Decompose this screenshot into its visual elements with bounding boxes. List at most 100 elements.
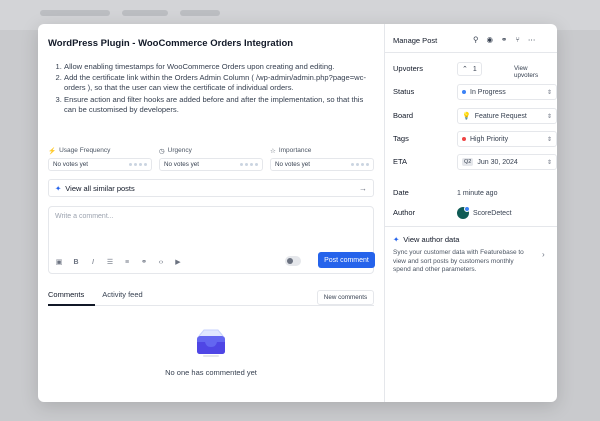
status-value: In Progress — [470, 88, 506, 96]
board-row: Board 💡 Feature Request ⇕ — [393, 108, 557, 124]
star-icon: ☆ — [270, 147, 276, 155]
quarter-badge: Q2 — [462, 158, 474, 166]
internal-toggle[interactable] — [285, 256, 301, 266]
tags-row: Tags High Priority ⇕ — [393, 131, 557, 147]
chevron-updown-icon: ⇕ — [546, 89, 552, 96]
clock-icon: ◷ — [159, 147, 165, 155]
numbered-list-icon[interactable]: ≡ — [123, 259, 131, 266]
chevron-up-icon[interactable]: ⌃ — [462, 65, 468, 73]
manage-post-header: Manage Post — [393, 36, 438, 45]
formatting-toolbar: ▣ B I ☰ ≡ ⚭ ‹› ▶ — [55, 258, 182, 267]
metric-usage-frequency[interactable]: ⚡ Usage Frequency No votes yet — [48, 146, 152, 171]
sparkle-icon: ✦ — [393, 235, 400, 244]
more-icon[interactable]: ⋯ — [528, 35, 536, 44]
metric-value: No votes yet — [275, 161, 310, 168]
similar-label: View all similar posts — [65, 183, 135, 193]
empty-inbox-icon — [197, 329, 225, 357]
metric-value: No votes yet — [53, 161, 88, 168]
upvoters-label: Upvoters — [393, 64, 424, 73]
status-dot — [462, 90, 466, 94]
lightbulb-icon: 💡 — [462, 113, 471, 120]
post-main-panel: WordPress Plugin - WooCommerce Orders In… — [38, 24, 384, 402]
vote-dots[interactable] — [239, 162, 258, 167]
tab-activity-feed[interactable]: Activity feed — [102, 290, 142, 299]
comment-composer[interactable]: Write a comment... ▣ B I ☰ ≡ ⚭ ‹› ▶ Post… — [48, 206, 375, 274]
pulse-icon: ⚡ — [48, 147, 57, 155]
background-tab — [180, 10, 220, 16]
divider — [385, 226, 557, 227]
chevron-right-icon[interactable]: › — [542, 250, 545, 259]
eta-value: Jun 30, 2024 — [477, 158, 518, 166]
post-description: Allow enabling timestamps for WooCommerc… — [55, 62, 377, 116]
board-select[interactable]: 💡 Feature Request ⇕ — [457, 108, 557, 124]
eta-row: ETA Q2 Jun 30, 2024 ⇕ — [393, 154, 557, 170]
tags-select[interactable]: High Priority ⇕ — [457, 131, 557, 147]
view-similar-posts-button[interactable]: ✦ View all similar posts → — [48, 179, 374, 197]
background-tab — [40, 10, 110, 16]
metric-value: No votes yet — [164, 161, 199, 168]
board-value: Feature Request — [474, 112, 527, 120]
view-upvoters-link[interactable]: View upvoters — [514, 65, 553, 79]
sparkle-icon: ✦ — [55, 183, 62, 193]
status-label: Status — [393, 87, 415, 96]
description-item: Allow enabling timestamps for WooCommerc… — [64, 62, 377, 72]
image-icon[interactable]: ▣ — [55, 258, 63, 266]
background-tab — [122, 10, 168, 16]
empty-comments-text: No one has commented yet — [165, 368, 257, 377]
view-author-data-button[interactable]: ✦ View author data — [393, 235, 459, 244]
manage-post-sidebar: Manage Post ⚲ ◉ ⚭ ⑂ ⋯ Upvoters ⌃ 1 View u… — [384, 24, 557, 402]
description-item: Ensure action and filter hooks are added… — [64, 95, 377, 115]
bold-icon[interactable]: B — [72, 259, 80, 266]
active-tab-indicator — [48, 304, 95, 306]
eye-icon[interactable]: ◉ — [487, 35, 494, 44]
author-name: ScoreDetect — [473, 209, 512, 217]
tab-comments[interactable]: Comments — [48, 290, 84, 299]
author-data-title: View author data — [403, 235, 460, 244]
chevron-updown-icon: ⇕ — [546, 159, 552, 166]
avatar — [457, 206, 470, 219]
tags-label: Tags — [393, 134, 409, 143]
tag-dot — [462, 137, 466, 141]
upvote-count: 1 — [472, 65, 477, 73]
date-value: 1 minute ago — [457, 189, 498, 197]
link-icon[interactable]: ⚭ — [140, 258, 148, 266]
divider — [385, 52, 557, 53]
status-row: Status In Progress ⇕ — [393, 84, 557, 100]
video-icon[interactable]: ▶ — [174, 258, 182, 266]
pin-icon[interactable]: ⚲ — [473, 35, 479, 44]
status-select[interactable]: In Progress ⇕ — [457, 84, 557, 100]
tags-value: High Priority — [470, 135, 509, 143]
date-label: Date — [393, 188, 409, 197]
comment-input[interactable]: Write a comment... — [55, 213, 114, 220]
author-label: Author — [393, 208, 416, 217]
upvote-control[interactable]: ⌃ 1 — [457, 61, 485, 77]
code-icon[interactable]: ‹› — [157, 259, 165, 266]
priority-metrics: ⚡ Usage Frequency No votes yet ◷ Urgency N… — [48, 146, 374, 171]
post-modal: WordPress Plugin - WooCommerce Orders In… — [38, 24, 557, 402]
author-row: Author ScoreDetect — [393, 205, 553, 221]
metric-label: Urgency — [167, 147, 192, 154]
sort-comments-button[interactable]: New comments — [317, 290, 374, 305]
link-icon[interactable]: ⚭ — [501, 35, 507, 44]
eta-label: ETA — [393, 157, 408, 166]
chevron-updown-icon: ⇕ — [546, 136, 552, 143]
post-comment-button[interactable]: Post comment — [318, 252, 375, 268]
merge-icon[interactable]: ⑂ — [515, 35, 520, 44]
vote-dots[interactable] — [128, 162, 147, 167]
metric-label: Importance — [278, 147, 312, 154]
vote-dots[interactable] — [350, 162, 369, 167]
date-row: Date 1 minute ago — [393, 185, 553, 201]
author-data-text: Sync your customer data with Featurebase… — [393, 249, 524, 273]
upvoters-row: Upvoters ⌃ 1 View upvoters — [393, 61, 553, 79]
metric-importance[interactable]: ☆ Importance No votes yet — [270, 146, 374, 171]
metric-label: Usage Frequency — [59, 147, 111, 154]
eta-select[interactable]: Q2 Jun 30, 2024 ⇕ — [457, 154, 557, 170]
bullet-list-icon[interactable]: ☰ — [106, 258, 114, 266]
post-actions: ⚲ ◉ ⚭ ⑂ ⋯ — [473, 35, 535, 44]
chevron-updown-icon: ⇕ — [546, 113, 552, 120]
italic-icon[interactable]: I — [89, 259, 97, 266]
metric-urgency[interactable]: ◷ Urgency No votes yet — [159, 146, 263, 171]
description-item: Add the certificate link within the Orde… — [64, 73, 377, 93]
author-value-wrap[interactable]: ScoreDetect — [457, 205, 557, 221]
tab-divider — [48, 305, 374, 306]
